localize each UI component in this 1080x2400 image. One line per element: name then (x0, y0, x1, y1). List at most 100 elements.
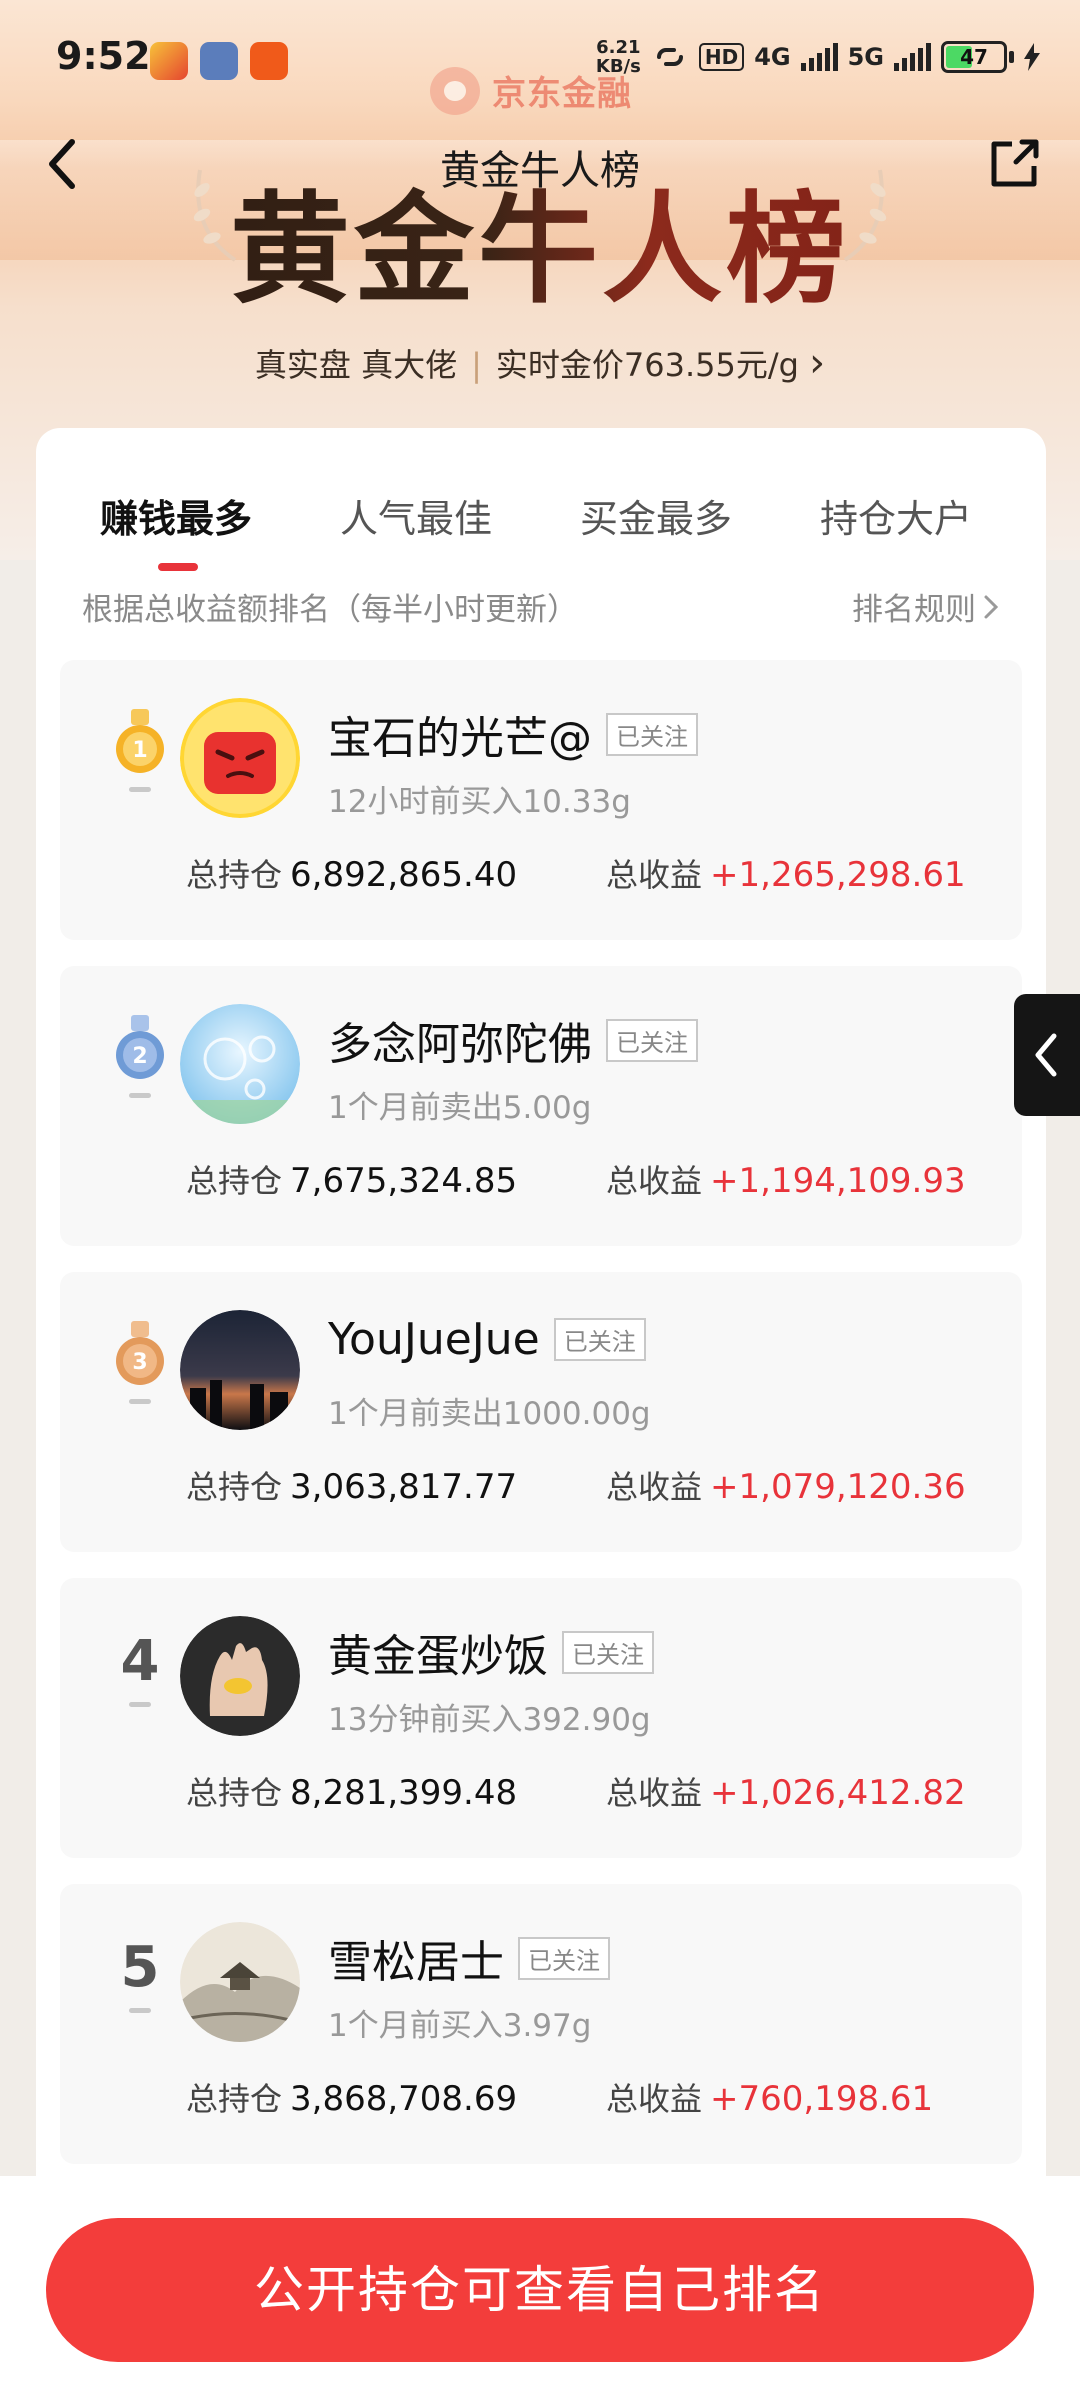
battery-icon: 47 (941, 41, 1014, 73)
total-holding: 总持仓 8,281,399.48 (186, 1768, 517, 1814)
app-icon-jd618 (150, 42, 188, 80)
followed-badge[interactable]: 已关注 (606, 712, 698, 756)
total-holding: 总持仓 3,868,708.69 (186, 2074, 517, 2120)
hd-badge: HD (698, 43, 745, 71)
gold-medal-icon: 1 (116, 708, 164, 773)
link-icon (656, 48, 683, 66)
holding-label: 总持仓 (186, 1774, 283, 1812)
brand: 京东金融 (430, 66, 632, 115)
profit-label: 总收益 (606, 1468, 703, 1506)
user-name: 黄金蛋炒饭 (328, 1631, 548, 1682)
recent-activity: 13分钟前买入392.90g (328, 1702, 651, 1738)
user-name: 雪松居士 (328, 1937, 504, 1988)
user-name: YouJueJue (328, 1314, 540, 1365)
rank-dash (129, 1092, 151, 1098)
profit-label: 总收益 (606, 1774, 703, 1812)
gold-price-bar[interactable]: 真实盘 真大佬 | 实时金价763.55元/g › (0, 340, 1080, 386)
ranking-entry[interactable]: 4 黄金蛋炒饭 已关注 13分钟前买入392.90g 总持仓 8,281,399.… (60, 1578, 1022, 1858)
followed-badge[interactable]: 已关注 (606, 1018, 698, 1062)
holding-label: 总持仓 (186, 1162, 283, 1200)
status-time: 9:52 (56, 34, 151, 78)
user-name-row: YouJueJue 已关注 (328, 1314, 646, 1365)
public-holding-button[interactable]: 公开持仓可查看自己排名 (46, 2218, 1034, 2362)
tab-largest-holding[interactable]: 持仓大户 (820, 488, 972, 543)
avatar[interactable] (180, 1004, 300, 1124)
svg-text:1: 1 (132, 738, 147, 763)
chevron-right-icon (984, 595, 999, 618)
profit-value: +1,194,109.93 (710, 1161, 966, 1201)
total-holding: 总持仓 3,063,817.77 (186, 1462, 517, 1508)
holding-label: 总持仓 (186, 856, 283, 894)
status-indicators: 6.21 KB/s HD 4G 5G 47 (596, 38, 1040, 76)
ranking-entry[interactable]: 5 雪松居士 已关注 1个月前买入3.97g 总持仓 3,868,708.69 总… (60, 1884, 1022, 2164)
total-profit: 总收益 +1,026,412.82 (606, 1768, 966, 1814)
user-name: 多念阿弥陀佛 (328, 1019, 592, 1070)
profit-label: 总收益 (606, 856, 703, 894)
avatar[interactable] (180, 1310, 300, 1430)
recent-activity: 12小时前买入10.33g (328, 784, 631, 820)
user-name-row: 雪松居士 已关注 (328, 1926, 610, 1990)
user-name: 宝石的光芒@ (328, 713, 592, 764)
holding-label: 总持仓 (186, 1468, 283, 1506)
total-profit: 总收益 +1,079,120.36 (606, 1462, 966, 1508)
silver-medal-icon: 2 (116, 1014, 164, 1079)
avatar[interactable] (180, 1616, 300, 1736)
chevron-left-icon (1035, 1033, 1057, 1077)
side-drawer-handle[interactable] (1014, 994, 1080, 1116)
brand-logo-icon (430, 66, 480, 115)
holding-label: 总持仓 (186, 2080, 283, 2118)
rank-number: 5 (120, 1935, 160, 2000)
network-5g-label: 5G (847, 43, 884, 71)
followed-badge[interactable]: 已关注 (518, 1936, 610, 1980)
user-name-row: 多念阿弥陀佛 已关注 (328, 1008, 698, 1072)
avatar[interactable] (180, 1922, 300, 2042)
rank-dash (129, 1702, 151, 1707)
subtitle-slogan: 真实盘 真大佬 (254, 346, 458, 384)
followed-badge[interactable]: 已关注 (553, 1318, 646, 1361)
charging-icon (1024, 43, 1040, 71)
ranking-entry[interactable]: 1 宝石的光芒@ 已关注 12小时前买入10.33g 总持仓 6,892,865.… (60, 660, 1022, 940)
ranking-description: 根据总收益额排名（每半小时更新） (82, 592, 578, 628)
total-holding: 总持仓 6,892,865.40 (186, 850, 517, 896)
battery-level: 47 (960, 45, 988, 69)
profit-value: +1,265,298.61 (710, 855, 966, 895)
profit-label: 总收益 (606, 2080, 703, 2118)
svg-text:3: 3 (132, 1350, 147, 1375)
rank-dash (129, 786, 151, 792)
profit-value: +760,198.61 (710, 2079, 934, 2119)
tab-most-popular[interactable]: 人气最佳 (340, 488, 492, 543)
app-icon-tools (200, 42, 238, 80)
recent-activity: 1个月前卖出1000.00g (328, 1396, 651, 1432)
ranking-entry[interactable]: 3 YouJueJue 已关注 1个月前卖出1000.00g 总持仓 3,063,… (60, 1272, 1022, 1552)
holding-value: 3,063,817.77 (290, 1467, 518, 1507)
rank-dash (129, 2008, 151, 2013)
followed-badge[interactable]: 已关注 (562, 1630, 654, 1674)
brand-name: 京东金融 (492, 74, 632, 114)
realtime-gold-price: 实时金价763.55元/g (495, 346, 799, 384)
tab-most-profit[interactable]: 赚钱最多 (100, 488, 252, 543)
network-speed-value: 6.21 (596, 37, 641, 58)
recent-activity: 1个月前买入3.97g (328, 2008, 592, 2044)
subtitle-divider: | (471, 346, 482, 384)
ranking-rules-link[interactable]: 排名规则 (852, 584, 1000, 629)
holding-value: 3,868,708.69 (290, 2079, 518, 2119)
user-name-row: 黄金蛋炒饭 已关注 (328, 1620, 654, 1684)
profit-label: 总收益 (606, 1162, 703, 1200)
bronze-medal-icon: 3 (116, 1320, 164, 1385)
signal-icon-2 (894, 43, 931, 71)
chevron-right-icon: › (809, 340, 826, 386)
holding-value: 6,892,865.40 (290, 855, 518, 895)
holding-value: 7,675,324.85 (290, 1161, 518, 1201)
tab-most-bought[interactable]: 买金最多 (580, 488, 732, 543)
ranking-entry[interactable]: 2 多念阿弥陀佛 已关注 1个月前卖出5.00g 总持仓 7,675,324.85… (60, 966, 1022, 1246)
ranking-tabs: 赚钱最多 人气最佳 买金最多 持仓大户 (36, 458, 1046, 571)
total-profit: 总收益 +760,198.61 (606, 2074, 933, 2120)
avatar[interactable] (180, 698, 300, 818)
total-holding: 总持仓 7,675,324.85 (186, 1156, 517, 1202)
network-4g-label: 4G (754, 43, 791, 71)
page-title: 黄金牛人榜 (440, 148, 640, 194)
profit-value: +1,026,412.82 (710, 1773, 966, 1813)
holding-value: 8,281,399.48 (290, 1773, 518, 1813)
user-name-row: 宝石的光芒@ 已关注 (328, 702, 698, 766)
share-button[interactable] (984, 134, 1044, 194)
